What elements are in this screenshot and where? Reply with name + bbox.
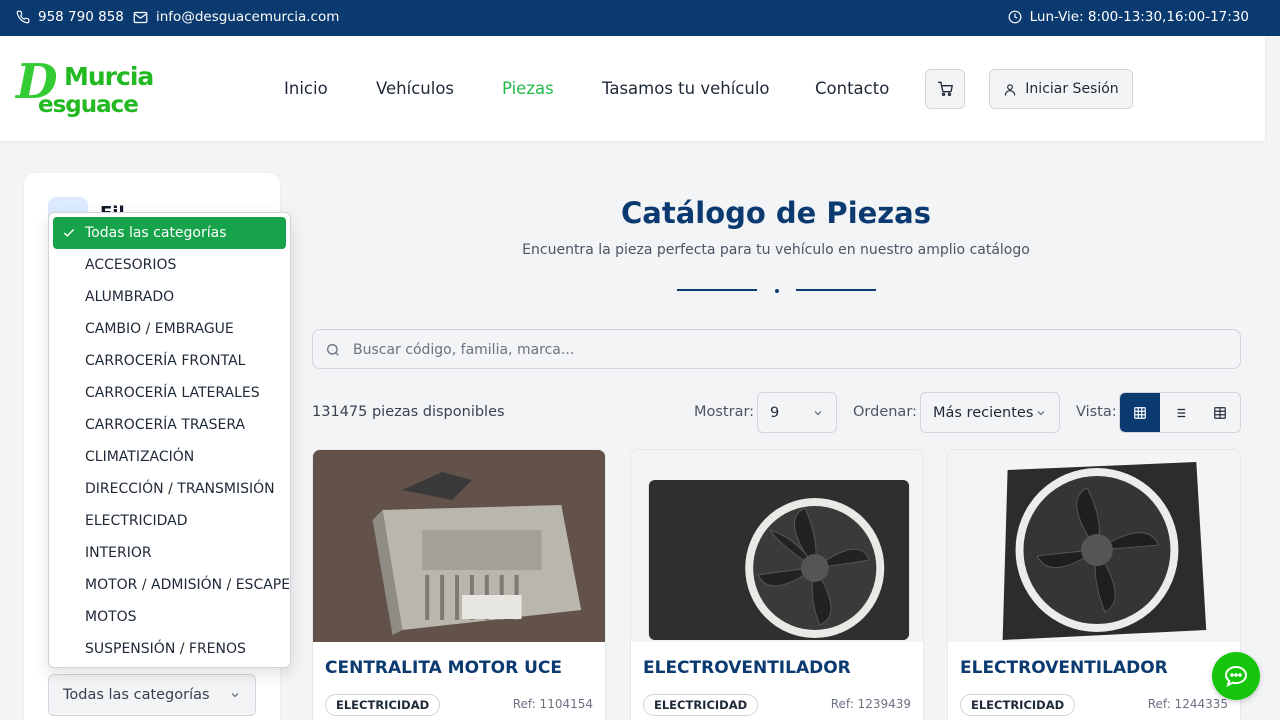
email-text: info@desguacemurcia.com — [156, 9, 340, 25]
product-card[interactable]: CENTRALITA MOTOR UCE ELECTRICIDAD Ref: 1… — [312, 449, 606, 720]
option-label: Todas las categorías — [85, 225, 227, 241]
product-ref: Ref: 1239439 — [830, 697, 911, 711]
phone-text: 958 790 858 — [38, 9, 124, 25]
title-divider-left — [677, 289, 757, 291]
grid-icon — [1134, 406, 1146, 419]
search-input[interactable] — [353, 336, 1213, 364]
category-select[interactable]: Todas las categorías — [48, 674, 256, 716]
search-icon — [327, 344, 339, 356]
nav-tasamos[interactable]: Tasamos tu vehículo — [602, 79, 770, 98]
category-badge: ELECTRICIDAD — [643, 694, 759, 716]
order-value: Más recientes — [933, 404, 1034, 421]
email-contact[interactable]: info@desguacemurcia.com — [133, 9, 339, 25]
category-select-value: Todas las categorías — [63, 687, 210, 703]
phone-icon — [16, 10, 30, 24]
product-title[interactable]: CENTRALITA MOTOR UCE — [325, 658, 562, 678]
site-logo[interactable]: D Murcia esguace — [16, 54, 161, 124]
top-info-bar: 958 790 858 info@desguacemurcia.com Lun-… — [0, 0, 1280, 36]
site-header: D Murcia esguace Inicio Vehículos Piezas… — [0, 36, 1265, 141]
product-ref: Ref: 1104154 — [512, 697, 593, 711]
product-card[interactable]: ELECTROVENTILADOR ELECTRICIDAD Ref: 1244… — [947, 449, 1241, 720]
cart-icon — [937, 81, 953, 96]
category-option-motor[interactable]: MOTOR / ADMISIÓN / ESCAPE — [53, 569, 290, 601]
category-option-carroceria-trasera[interactable]: CARROCERÍA TRASERA — [53, 409, 286, 441]
category-badge: ELECTRICIDAD — [960, 694, 1076, 716]
logo-desguace: esguace — [38, 92, 139, 118]
title-divider-dot — [775, 289, 779, 293]
hours-text: Lun-Vie: 8:00-13:30,16:00-17:30 — [1029, 9, 1249, 25]
order-label: Ordenar: — [853, 404, 917, 420]
nav-inicio[interactable]: Inicio — [284, 79, 328, 98]
category-option-all[interactable]: Todas las categorías — [53, 217, 286, 249]
chevron-down-icon — [1037, 411, 1045, 416]
list-icon — [1174, 408, 1186, 417]
view-table-button[interactable] — [1200, 393, 1240, 432]
category-badge: ELECTRICIDAD — [325, 694, 441, 716]
category-option-electricidad[interactable]: ELECTRICIDAD — [53, 505, 286, 537]
opening-hours: Lun-Vie: 8:00-13:30,16:00-17:30 — [1008, 9, 1249, 25]
view-grid-button[interactable] — [1120, 393, 1160, 432]
view-label: Vista: — [1076, 404, 1117, 420]
category-option-accesorios[interactable]: ACCESORIOS — [53, 249, 286, 281]
category-option-carroceria-laterales[interactable]: CARROCERÍA LATERALES — [53, 377, 286, 409]
radiator-fan-image — [948, 450, 1240, 642]
category-dropdown: Todas las categorías ACCESORIOS ALUMBRAD… — [48, 212, 291, 668]
title-divider-right — [796, 289, 876, 291]
check-icon — [63, 228, 75, 237]
product-card[interactable]: ELECTROVENTILADOR ELECTRICIDAD Ref: 1239… — [630, 449, 924, 720]
show-label: Mostrar: — [694, 404, 755, 420]
chat-button[interactable] — [1212, 652, 1260, 700]
view-toggle — [1119, 392, 1241, 433]
ecu-unit-image — [313, 450, 605, 642]
category-option-carroceria-frontal[interactable]: CARROCERÍA FRONTAL — [53, 345, 286, 377]
category-option-cambio[interactable]: CAMBIO / EMBRAGUE — [53, 313, 286, 345]
radiator-fan-image — [631, 450, 923, 642]
cart-button[interactable] — [925, 69, 965, 109]
category-option-alumbrado[interactable]: ALUMBRADO — [53, 281, 286, 313]
mail-icon — [133, 11, 148, 23]
product-title[interactable]: ELECTROVENTILADOR — [960, 658, 1168, 678]
results-count: 131475 piezas disponibles — [312, 404, 505, 420]
order-select[interactable]: Más recientes — [920, 392, 1060, 433]
page-title: Catálogo de Piezas — [620, 196, 932, 230]
chevron-down-icon — [814, 411, 822, 416]
category-option-climatizacion[interactable]: CLIMATIZACIÓN — [53, 441, 286, 473]
nav-piezas[interactable]: Piezas — [502, 79, 554, 98]
chat-icon — [1224, 665, 1248, 687]
login-button[interactable]: Iniciar Sesión — [989, 69, 1133, 109]
show-value: 9 — [770, 404, 780, 421]
category-option-direccion[interactable]: DIRECCIÓN / TRANSMISIÓN — [53, 473, 286, 505]
category-option-suspension[interactable]: SUSPENSIÓN / FRENOS — [53, 633, 286, 665]
clock-icon — [1008, 10, 1022, 24]
search-bar — [312, 329, 1241, 369]
category-option-motos[interactable]: MOTOS — [53, 601, 286, 633]
product-ref: Ref: 1244335 — [1147, 697, 1228, 711]
user-icon — [1005, 83, 1016, 95]
page-subtitle: Encuentra la pieza perfecta para tu vehí… — [522, 242, 1030, 258]
table-icon — [1214, 406, 1226, 419]
phone-contact[interactable]: 958 790 858 — [16, 9, 124, 25]
view-list-button[interactable] — [1160, 393, 1200, 432]
show-select[interactable]: 9 — [757, 392, 837, 433]
nav-vehiculos[interactable]: Vehículos — [376, 79, 454, 98]
login-label: Iniciar Sesión — [1025, 81, 1119, 97]
chevron-down-icon — [231, 693, 239, 698]
category-option-interior[interactable]: INTERIOR — [53, 537, 286, 569]
nav-contacto[interactable]: Contacto — [815, 79, 889, 98]
logo-murcia: Murcia — [64, 62, 154, 91]
product-title[interactable]: ELECTROVENTILADOR — [643, 658, 851, 678]
